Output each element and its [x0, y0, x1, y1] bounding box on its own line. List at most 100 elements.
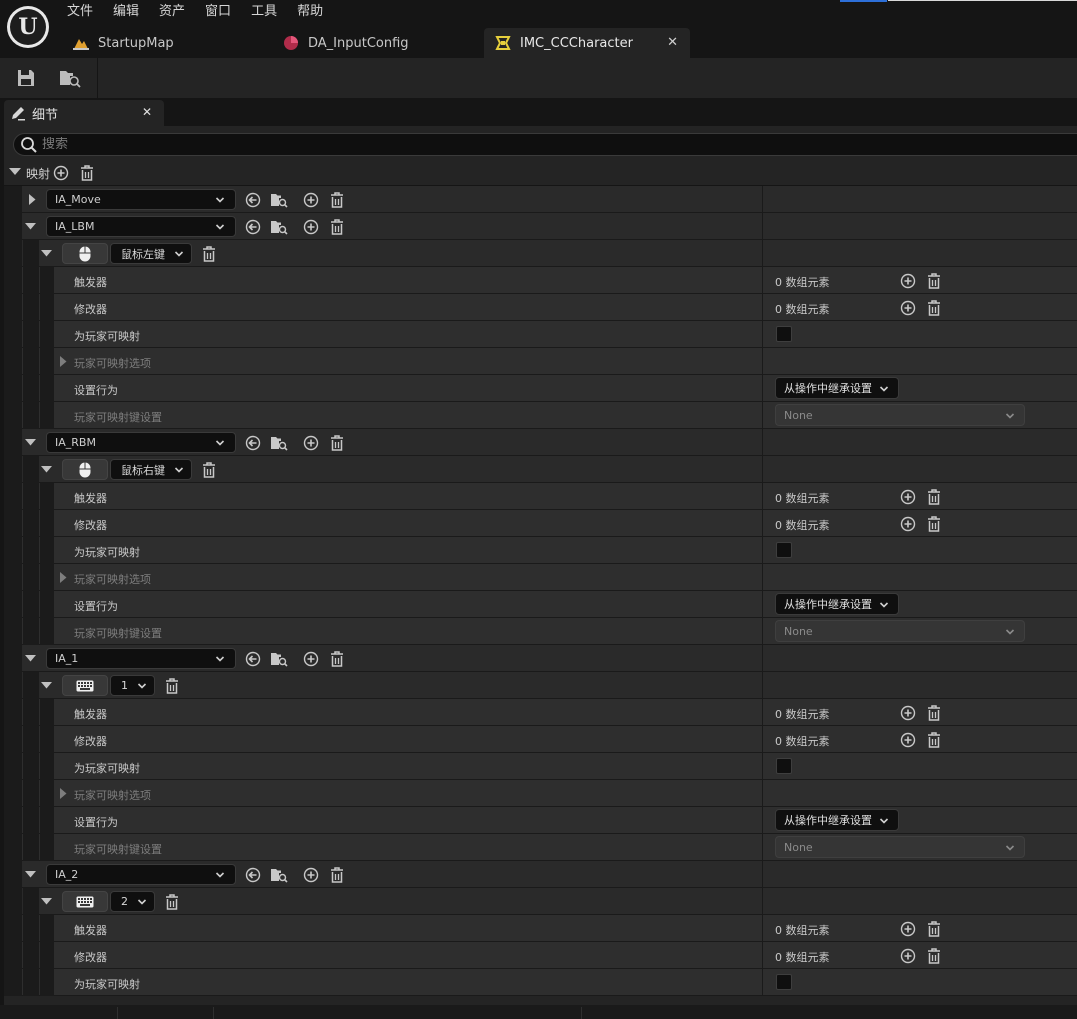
add-element-button[interactable]	[899, 704, 917, 722]
remove-action-button[interactable]	[328, 650, 346, 668]
keyboard-icon	[76, 896, 94, 907]
player-mappable-checkbox[interactable]	[776, 974, 792, 990]
add-key-button[interactable]	[302, 218, 320, 236]
remove-action-button[interactable]	[328, 866, 346, 884]
key-selector[interactable]: 2	[110, 891, 155, 912]
collapse-arrow-icon[interactable]	[9, 168, 21, 176]
tab-startupmap[interactable]: StartupMap	[62, 28, 272, 58]
menu-tools[interactable]: 工具	[241, 0, 287, 24]
setting-behavior-dropdown[interactable]: 从操作中继承设置	[775, 593, 899, 615]
clear-elements-button[interactable]	[925, 947, 943, 965]
add-key-button[interactable]	[302, 434, 320, 452]
key-selector[interactable]: 鼠标右键	[110, 459, 192, 480]
clear-elements-button[interactable]	[925, 731, 943, 749]
tab-imc-cccharacter[interactable]: IMC_CCCharacter ✕	[484, 28, 690, 58]
search-input[interactable]	[42, 137, 642, 152]
expand-arrow-icon[interactable]	[60, 788, 67, 799]
action-row: IA_Move	[4, 186, 1077, 213]
column-divider	[762, 753, 763, 780]
collapse-arrow-icon[interactable]	[41, 250, 52, 257]
browse-asset-button[interactable]	[270, 218, 288, 236]
close-icon[interactable]: ✕	[667, 35, 678, 50]
remove-key-button[interactable]	[200, 461, 218, 479]
use-selected-button[interactable]	[244, 191, 262, 209]
clear-elements-button[interactable]	[925, 515, 943, 533]
menu-edit[interactable]: 编辑	[103, 0, 149, 24]
save-button[interactable]	[14, 67, 38, 89]
action-selector[interactable]: IA_1	[46, 648, 236, 669]
add-key-button[interactable]	[302, 866, 320, 884]
player-mappable-checkbox[interactable]	[776, 542, 792, 558]
menu-help[interactable]: 帮助	[287, 0, 333, 24]
remove-key-button[interactable]	[163, 677, 181, 695]
menu-window[interactable]: 窗口	[195, 0, 241, 24]
use-selected-button[interactable]	[244, 866, 262, 884]
browse-asset-button[interactable]	[270, 434, 288, 452]
browse-asset-button[interactable]	[270, 191, 288, 209]
collapse-arrow-icon[interactable]	[41, 682, 52, 689]
indent-gutter	[23, 240, 39, 267]
player-mappable-checkbox[interactable]	[776, 326, 792, 342]
indent-gutter	[23, 672, 39, 699]
add-element-button[interactable]	[899, 488, 917, 506]
close-icon[interactable]: ✕	[142, 105, 152, 119]
setting-behavior-dropdown[interactable]: 从操作中继承设置	[775, 809, 899, 831]
collapse-arrow-icon[interactable]	[41, 466, 52, 473]
action-selector[interactable]: IA_2	[46, 864, 236, 885]
column-divider	[762, 915, 763, 942]
use-selected-button[interactable]	[244, 218, 262, 236]
browse-asset-button[interactable]	[270, 866, 288, 884]
action-selector[interactable]: IA_RBM	[46, 432, 236, 453]
clear-elements-button[interactable]	[925, 488, 943, 506]
key-picker-icon-button[interactable]	[62, 891, 108, 912]
key-picker-icon-button[interactable]	[62, 459, 108, 480]
add-element-button[interactable]	[899, 299, 917, 317]
remove-action-button[interactable]	[328, 218, 346, 236]
collapse-arrow-icon[interactable]	[25, 655, 36, 662]
expand-arrow-icon[interactable]	[60, 356, 67, 367]
key-name: 鼠标左键	[121, 247, 165, 261]
add-element-button[interactable]	[899, 920, 917, 938]
unreal-logo[interactable]: U	[7, 6, 49, 48]
browse-button[interactable]	[58, 67, 82, 89]
key-picker-icon-button[interactable]	[62, 243, 108, 264]
add-element-button[interactable]	[899, 947, 917, 965]
collapse-arrow-icon[interactable]	[41, 898, 52, 905]
use-selected-button[interactable]	[244, 434, 262, 452]
menu-file[interactable]: 文件	[57, 0, 103, 24]
add-element-button[interactable]	[899, 272, 917, 290]
expand-arrow-icon[interactable]	[60, 572, 67, 583]
tab-label: StartupMap	[98, 35, 174, 51]
tab-da-inputconfig[interactable]: DA_InputConfig	[272, 28, 484, 58]
remove-key-button[interactable]	[200, 245, 218, 263]
setting-behavior-dropdown[interactable]: 从操作中继承设置	[775, 377, 899, 399]
remove-action-button[interactable]	[328, 191, 346, 209]
key-selector[interactable]: 1	[110, 675, 155, 696]
add-key-button[interactable]	[302, 650, 320, 668]
expand-arrow-icon[interactable]	[29, 194, 36, 205]
clear-mappings-button[interactable]	[78, 164, 96, 182]
add-key-button[interactable]	[302, 191, 320, 209]
player-mappable-checkbox[interactable]	[776, 758, 792, 774]
action-selector[interactable]: IA_LBM	[46, 216, 236, 237]
add-element-button[interactable]	[899, 731, 917, 749]
action-selector[interactable]: IA_Move	[46, 189, 236, 210]
remove-action-button[interactable]	[328, 434, 346, 452]
use-selected-button[interactable]	[244, 650, 262, 668]
browse-asset-button[interactable]	[270, 650, 288, 668]
column-divider	[762, 483, 763, 510]
clear-elements-button[interactable]	[925, 299, 943, 317]
key-picker-icon-button[interactable]	[62, 675, 108, 696]
remove-key-button[interactable]	[163, 893, 181, 911]
add-mapping-button[interactable]	[52, 164, 70, 182]
collapse-arrow-icon[interactable]	[25, 223, 36, 230]
clear-elements-button[interactable]	[925, 920, 943, 938]
clear-elements-button[interactable]	[925, 272, 943, 290]
menu-assets[interactable]: 资产	[149, 0, 195, 24]
collapse-arrow-icon[interactable]	[25, 439, 36, 446]
tab-details[interactable]: 细节 ✕	[4, 100, 164, 126]
add-element-button[interactable]	[899, 515, 917, 533]
key-selector[interactable]: 鼠标左键	[110, 243, 192, 264]
clear-elements-button[interactable]	[925, 704, 943, 722]
collapse-arrow-icon[interactable]	[25, 871, 36, 878]
